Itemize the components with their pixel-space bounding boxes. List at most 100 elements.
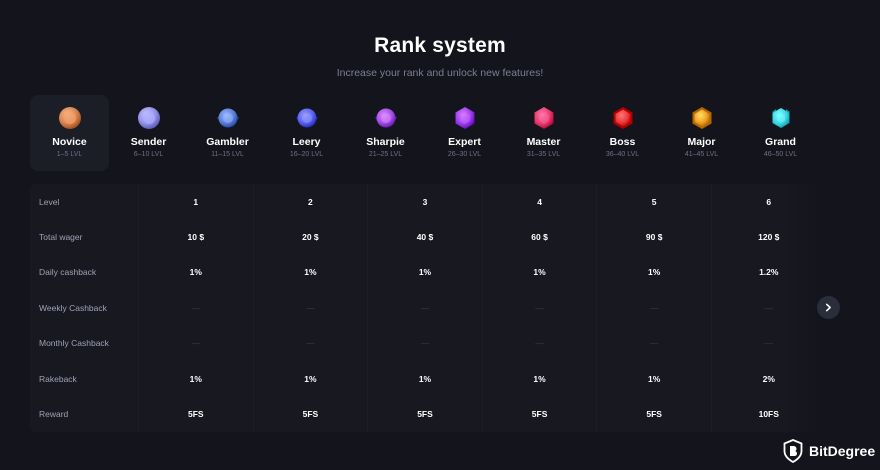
table-cell: 1 (138, 184, 253, 220)
rank-name: Major (687, 136, 716, 148)
rank-item-master[interactable]: Master 31–35 LVL (504, 95, 583, 171)
table-cell: 5FS (596, 396, 711, 432)
rank-name: Master (526, 136, 561, 148)
rank-list: Novice 1–5 LVL Sender 6–10 LVL Gambler 11–15 … (30, 95, 820, 171)
table-cell: 1% (138, 360, 253, 397)
table-cell: 5FS (481, 396, 597, 432)
table-cell: — (367, 290, 482, 326)
rank-benefits-table: Level 1 2 3 4 5 6 Total wager 10 $20 $40 $60 $90… (30, 184, 826, 432)
watermark-text: BitDegree (809, 443, 876, 459)
table-cell: 1% (252, 254, 368, 291)
table-cell: — (138, 325, 253, 361)
rank-name: Leery (292, 136, 321, 148)
rank-level-range: 16–20 LVL (289, 151, 324, 158)
bitdegree-watermark: BitDegree (783, 439, 875, 463)
table-cell: — (710, 290, 826, 326)
table-cell: 5 (596, 184, 711, 220)
bitdegree-shield-icon (783, 439, 803, 463)
rank-item-boss[interactable]: Boss 36–40 LVL (583, 95, 662, 171)
sender-badge-icon (137, 107, 160, 129)
rank-item-sharpie[interactable]: Sharpie 21–25 LVL (346, 95, 425, 171)
next-ranks-button[interactable] (817, 296, 840, 319)
rank-level-range: 11–15 LVL (211, 151, 244, 158)
table-row: Daily cashback 1% 1% 1% 1% 1% 1.2% (30, 254, 826, 291)
rank-name: Sharpie (366, 136, 405, 148)
gambler-badge-icon (216, 108, 239, 128)
expert-badge-icon (455, 107, 474, 129)
rank-level-range: 36–40 LVL (605, 151, 640, 158)
table-cell: — (596, 290, 711, 326)
table-row: Weekly Cashback — — — — — — (30, 290, 826, 326)
table-cell: 1% (596, 360, 711, 397)
table-cell: — (481, 290, 597, 326)
row-label: Total wager (39, 232, 83, 243)
rank-level-range: 41–45 LVL (684, 151, 719, 158)
rank-name: Boss (609, 136, 636, 148)
table-cell: 10FS (710, 396, 826, 432)
table-cell: 90 $ (596, 219, 711, 255)
table-row: Total wager 10 $20 $40 $60 $90 $120 $ (30, 219, 826, 255)
table-cell: 5FS (138, 396, 253, 432)
page-subtitle: Increase your rank and unlock new featur… (336, 67, 544, 79)
table-cell: 1% (367, 360, 482, 397)
row-label: Daily cashback (39, 267, 97, 278)
table-cell: 6 (710, 184, 826, 220)
rank-item-leery[interactable]: Leery 16–20 LVL (267, 95, 346, 171)
table-cell: 1% (481, 254, 597, 291)
table-cell: — (710, 325, 826, 361)
table-cell: 2 (252, 184, 368, 220)
rank-item-novice[interactable]: Novice 1–5 LVL (30, 95, 109, 171)
table-cell: 10 $ (138, 219, 253, 255)
rank-item-sender[interactable]: Sender 6–10 LVL (109, 95, 188, 171)
rank-item-major[interactable]: Major 41–45 LVL (662, 95, 741, 171)
table-row: Monthly Cashback — — — — — — (30, 325, 826, 361)
table-cell: 4 (481, 184, 597, 220)
rank-name: Gambler (206, 136, 249, 148)
table-cell: 1% (481, 360, 597, 397)
table-cell: — (367, 325, 482, 361)
rank-level-range: 1–5 LVL (56, 151, 83, 158)
rank-level-range: 26–30 LVL (447, 151, 482, 158)
table-cell: 2% (710, 360, 826, 397)
rank-name: Sender (130, 136, 167, 148)
table-cell: 1.2% (710, 254, 826, 291)
master-badge-icon (534, 107, 553, 129)
table-row: Reward 5FS 5FS 5FS 5FS 5FS 10FS (30, 396, 826, 432)
table-cell: — (596, 325, 711, 361)
row-label: Weekly Cashback (39, 302, 107, 313)
table-cell: 5FS (367, 396, 482, 432)
table-row: Level 1 2 3 4 5 6 (30, 184, 826, 220)
rank-name: Novice (52, 136, 87, 148)
table-cell: 1% (252, 360, 368, 397)
page-title: Rank system (374, 34, 506, 57)
rank-item-gambler[interactable]: Gambler 11–15 LVL (188, 95, 267, 171)
table-cell: 3 (367, 184, 482, 220)
table-cell: — (252, 290, 368, 326)
leery-badge-icon (295, 108, 318, 128)
row-label: Monthly Cashback (39, 338, 109, 349)
row-label: Reward (39, 409, 69, 420)
novice-badge-icon (58, 107, 81, 129)
table-cell: — (481, 325, 597, 361)
rank-item-grand[interactable]: Grand 46–50 LVL (741, 95, 820, 171)
sharpie-badge-icon (374, 108, 397, 128)
rank-level-range: 6–10 LVL (133, 151, 164, 158)
grand-badge-icon (771, 108, 790, 128)
row-label: Rakeback (39, 373, 77, 384)
rank-name: Grand (765, 136, 796, 148)
table-cell: — (252, 325, 368, 361)
major-badge-icon (692, 107, 711, 129)
boss-badge-icon (613, 107, 632, 129)
table-cell: 120 $ (710, 219, 826, 255)
rank-level-range: 31–35 LVL (526, 151, 561, 158)
rank-item-expert[interactable]: Expert 26–30 LVL (425, 95, 504, 171)
table-cell: 60 $ (481, 219, 597, 255)
table-cell: 1% (138, 254, 253, 291)
table-cell: 1% (367, 254, 482, 291)
table-cell: 40 $ (367, 219, 482, 255)
table-row: Rakeback 1% 1% 1% 1% 1% 2% (30, 360, 826, 397)
table-cell: 1% (596, 254, 711, 291)
chevron-right-icon (825, 303, 831, 312)
table-cell: — (138, 290, 253, 326)
rank-level-range: 21–25 LVL (368, 151, 403, 158)
